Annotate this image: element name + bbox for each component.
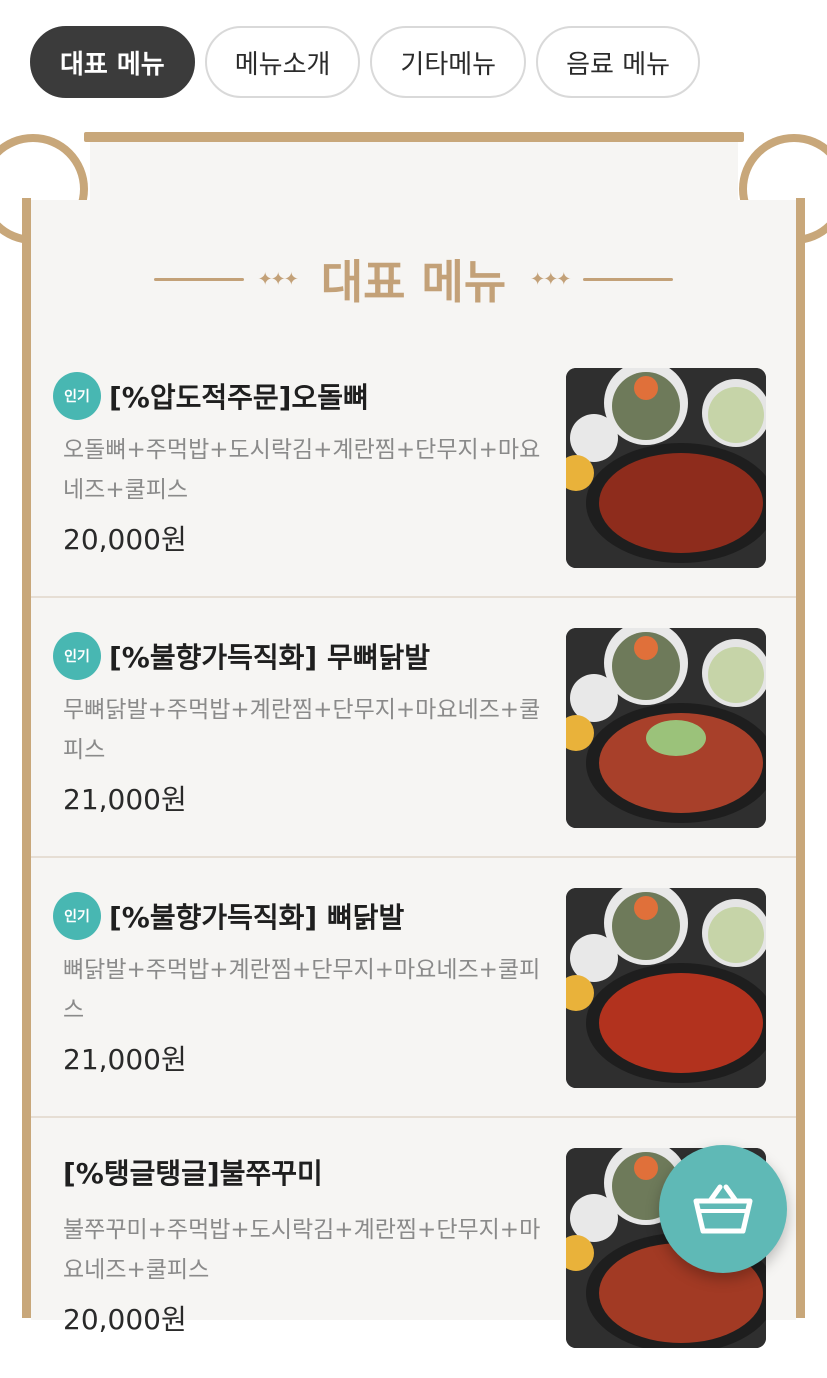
menu-item-photo: [566, 888, 766, 1088]
frame-left-border: [22, 198, 31, 1318]
food-photo-icon: [566, 888, 766, 1088]
menu-item-photo: [566, 628, 766, 828]
menu-item-description: 무뼈닭발+주먹밥+계란찜+단무지+마요네즈+쿨피스: [63, 697, 541, 763]
menu-item-header: 인기 [%불향가득직화] 무뼈닭발: [53, 632, 430, 680]
section-title: 대표 메뉴: [320, 255, 507, 309]
menu-item-name: [%압도적주문]오돌뼈: [109, 381, 369, 414]
tab-signature-menu[interactable]: 대표 메뉴: [30, 26, 195, 98]
sparkle-icon: ✦✦✦: [257, 268, 299, 290]
tab-menu-intro[interactable]: 메뉴소개: [204, 26, 361, 98]
menu-item-name: [%불향가득직화] 무뼈닭발: [109, 641, 430, 674]
tab-drinks-menu[interactable]: 음료 메뉴: [536, 26, 701, 98]
menu-item-description: 오돌뼈+주먹밥+도시락김+계란찜+단무지+마요네즈+쿨피스: [63, 437, 541, 503]
sparkle-icon: ✦✦✦: [530, 268, 571, 290]
food-photo-icon: [566, 368, 766, 568]
popular-badge: 인기: [53, 372, 101, 420]
menu-item-name: [%불향가득직화] 뼈닭발: [109, 901, 405, 934]
frame-top-border: [84, 132, 744, 142]
menu-item-price: 21,000원: [63, 783, 187, 816]
frame-right-border: [796, 198, 805, 1318]
menu-item-description: 불쭈꾸미+주먹밥+도시락김+계란찜+단무지+마요네즈+쿨피스: [63, 1217, 541, 1283]
food-photo-icon: [566, 628, 766, 828]
menu-item-header: 인기 [%불향가득직화] 뼈닭발: [53, 892, 404, 940]
menu-item[interactable]: 인기 [%압도적주문]오돌뼈 오돌뼈+주먹밥+도시락김+계란찜+단무지+마요네즈…: [31, 338, 796, 598]
menu-item[interactable]: 인기 [%불향가득직화] 무뼈닭발 무뼈닭발+주먹밥+계란찜+단무지+마요네즈+…: [31, 598, 796, 858]
menu-item-price: 20,000원: [63, 523, 187, 556]
menu-item-name: [%탱글탱글]불쭈꾸미: [63, 1157, 323, 1190]
popular-badge: 인기: [53, 632, 101, 680]
cart-button[interactable]: [659, 1145, 787, 1273]
menu-board: ✦✦✦ 대표 메뉴 ✦✦✦ 인기 [%압도적주문]오돌뼈 오돌뼈+주먹밥+도시락…: [0, 128, 827, 1348]
tab-other-menu[interactable]: 기타메뉴: [370, 26, 527, 98]
menu-item-header: [%탱글탱글]불쭈꾸미: [63, 1152, 323, 1192]
basket-icon: [693, 1184, 753, 1234]
menu-item-photo: [566, 368, 766, 568]
section-heading: ✦✦✦ 대표 메뉴 ✦✦✦: [0, 246, 827, 312]
menu-item[interactable]: 인기 [%불향가득직화] 뼈닭발 뼈닭발+주먹밥+계란찜+단무지+마요네즈+쿨피…: [31, 858, 796, 1118]
heading-rule-right: [583, 277, 674, 281]
menu-item-price: 21,000원: [63, 1043, 187, 1076]
menu-item-price: 20,000원: [63, 1303, 187, 1336]
menu-item-header: 인기 [%압도적주문]오돌뼈: [53, 372, 369, 420]
heading-rule-left: [153, 277, 244, 281]
category-tabs: 대표 메뉴 메뉴소개 기타메뉴 음료 메뉴: [30, 26, 701, 98]
popular-badge: 인기: [53, 892, 101, 940]
menu-item-description: 뼈닭발+주먹밥+계란찜+단무지+마요네즈+쿨피스: [63, 957, 541, 1023]
